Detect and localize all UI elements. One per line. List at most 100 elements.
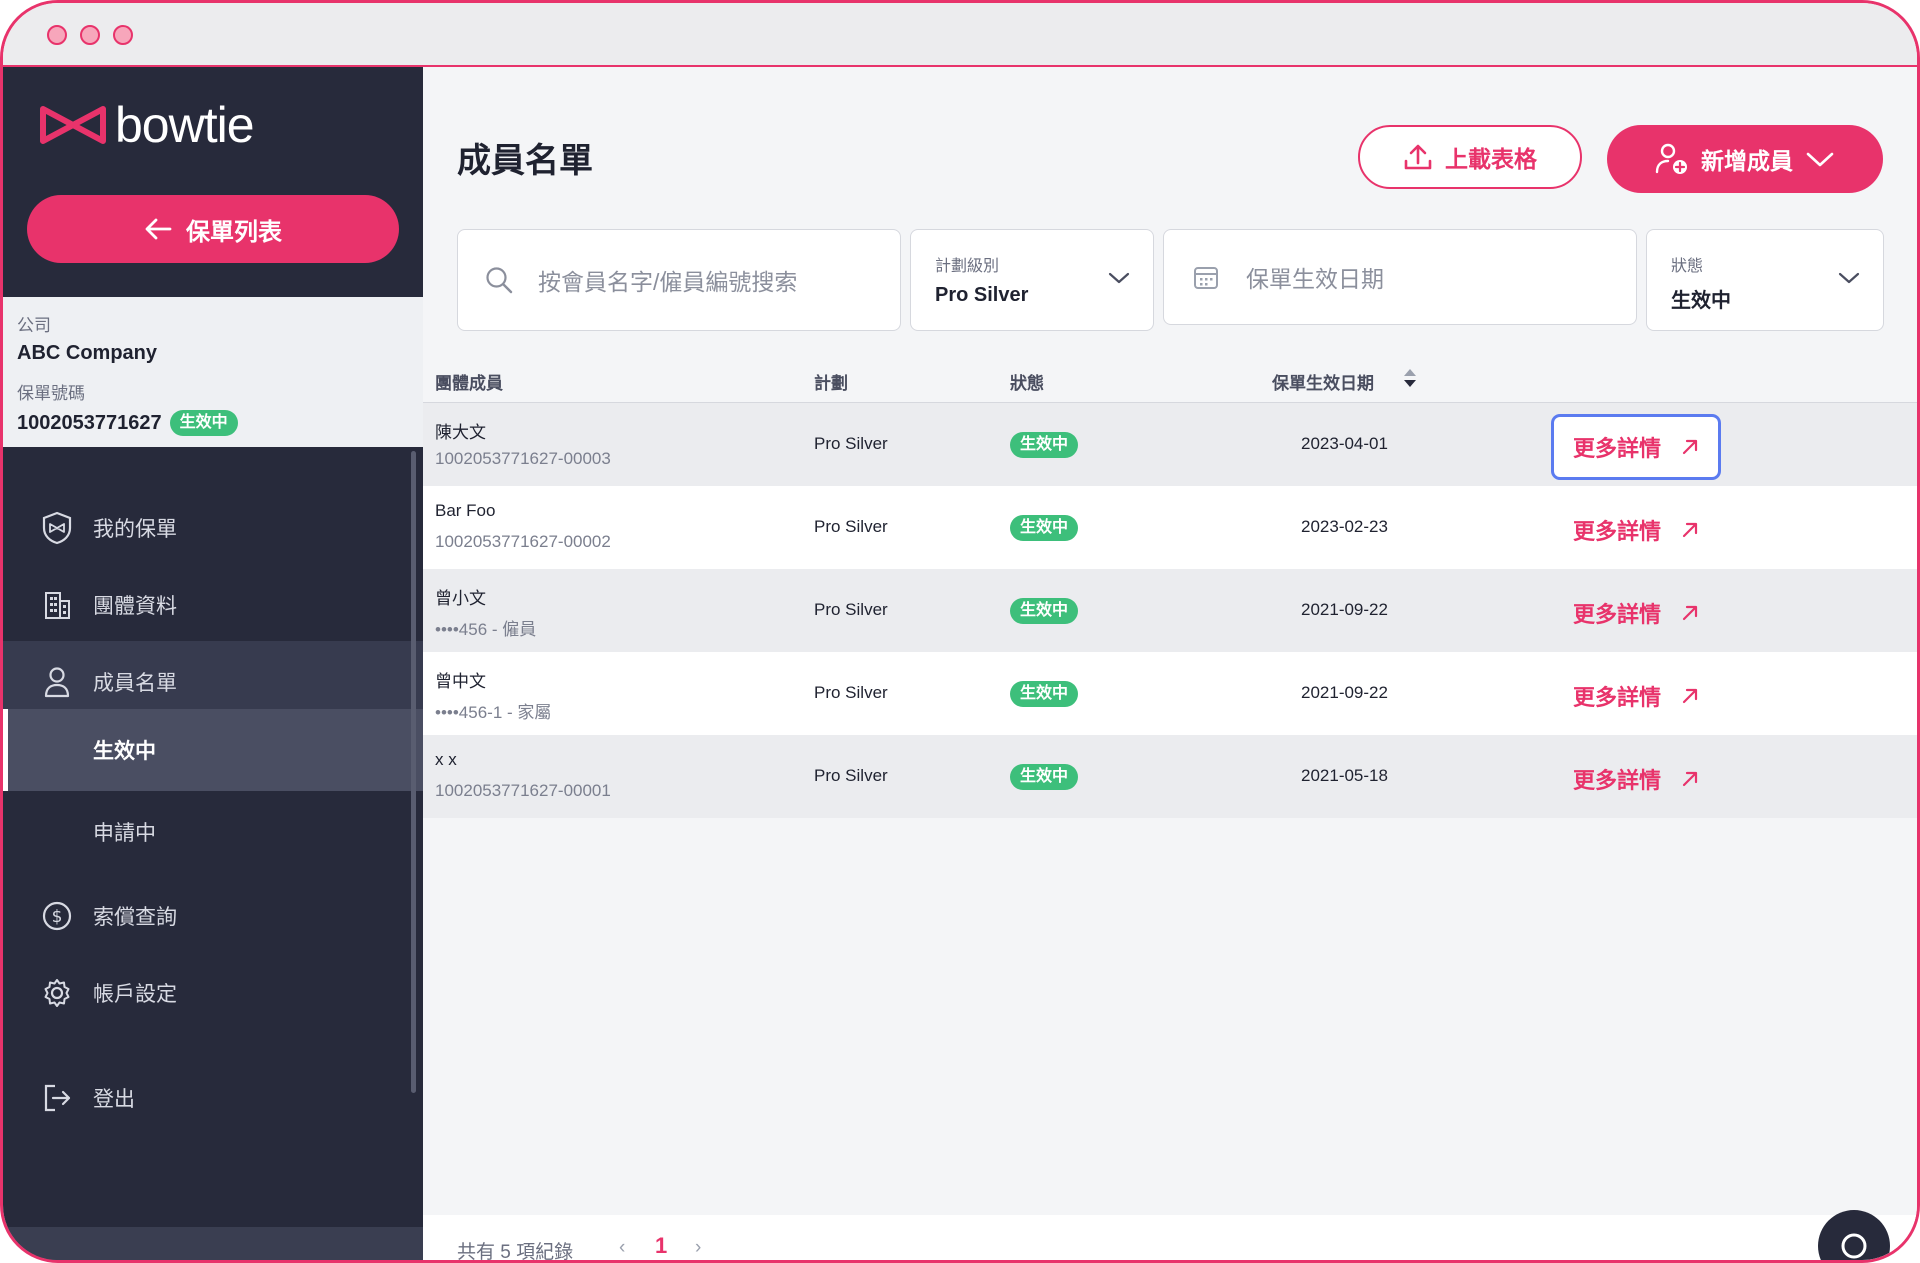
member-effective-date: 2021-09-22: [1301, 683, 1388, 702]
user-icon: [33, 666, 81, 698]
member-name: 曾中文: [435, 672, 486, 691]
more-details-link[interactable]: 更多詳情: [1554, 749, 1718, 809]
shield-bowtie-icon: [33, 511, 81, 545]
member-effective-date: 2021-05-18: [1301, 766, 1388, 785]
arrow-up-right-icon: [1682, 439, 1698, 455]
member-status-badge: 生效中: [1010, 764, 1079, 790]
more-details-link[interactable]: 更多詳情: [1554, 417, 1718, 477]
more-details-link[interactable]: 更多詳情: [1554, 500, 1718, 560]
policy-status-badge: 生效中: [169, 410, 238, 436]
sort-icon[interactable]: [1402, 367, 1418, 389]
chevron-down-icon: [1838, 272, 1860, 284]
column-header-status[interactable]: 狀態: [1010, 369, 1044, 394]
member-status-badge: 生效中: [1010, 598, 1079, 624]
chat-icon: [1841, 1233, 1867, 1259]
table-row: 曾小文 ••••456 - 僱員 Pro Silver 生效中 2021-09-…: [423, 569, 1917, 652]
effective-date-picker[interactable]: 保單生效日期: [1163, 229, 1637, 325]
dollar-circle-icon: $: [33, 900, 81, 932]
member-effective-date: 2021-09-22: [1301, 600, 1388, 619]
policy-list-button[interactable]: 保單列表: [27, 195, 399, 263]
more-details-link[interactable]: 更多詳情: [1554, 583, 1718, 643]
column-header-member[interactable]: 團體成員: [435, 369, 503, 394]
member-id: ••••456-1 - 家屬: [435, 703, 552, 722]
sidebar-item-group-info[interactable]: 團體資料: [3, 564, 423, 646]
table-row: 陳大文 1002053771627-00003 Pro Silver 生效中 2…: [423, 403, 1917, 486]
column-header-plan[interactable]: 計劃: [814, 369, 848, 394]
sidebar-item-label: 團體資料: [93, 595, 177, 618]
sidebar-item-label: 登出: [93, 1088, 135, 1111]
sidebar-subitem-pending[interactable]: 申請中: [3, 791, 423, 873]
company-label: 公司: [17, 316, 51, 335]
window-titlebar: [3, 3, 1917, 67]
upload-icon: [1404, 144, 1432, 170]
chevron-down-icon: [1806, 152, 1834, 167]
member-name: Bar Foo: [435, 501, 496, 520]
current-page-button[interactable]: 1: [655, 1233, 667, 1259]
policy-list-label: 保單列表: [186, 218, 282, 246]
sidebar-bottom-item: [3, 1227, 423, 1260]
upload-form-label: 上載表格: [1445, 146, 1537, 172]
sidebar-item-logout[interactable]: 登出: [3, 1057, 423, 1139]
policy-number: 1002053771627: [17, 411, 162, 434]
member-status-badge: 生效中: [1010, 515, 1079, 541]
sidebar-scrollbar[interactable]: [411, 451, 416, 1093]
calendar-icon: [1194, 267, 1218, 289]
effective-date-placeholder: 保單生效日期: [1246, 266, 1384, 292]
member-plan: Pro Silver: [814, 517, 888, 536]
chevron-down-icon: [1108, 272, 1130, 284]
table-row: x x 1002053771627-00001 Pro Silver 生效中 2…: [423, 735, 1917, 818]
member-effective-date: 2023-02-23: [1301, 517, 1388, 536]
member-name: 曾小文: [435, 589, 486, 608]
member-plan: Pro Silver: [814, 683, 888, 702]
member-status-badge: 生效中: [1010, 432, 1079, 458]
sidebar-subitem-label: 申請中: [93, 822, 156, 845]
status-select[interactable]: 狀態 生效中: [1646, 229, 1884, 331]
arrow-up-right-icon: [1682, 771, 1698, 787]
arrow-left-icon: [145, 218, 172, 240]
sidebar-item-claims[interactable]: $ 索償查詢: [3, 875, 423, 957]
company-name: ABC Company: [17, 342, 158, 364]
sidebar-item-account-settings[interactable]: 帳戶設定: [3, 952, 423, 1034]
more-details-label: 更多詳情: [1572, 436, 1661, 461]
record-count: 共有 5 項紀錄: [457, 1242, 574, 1263]
column-header-effective-date[interactable]: 保單生效日期: [1272, 369, 1374, 394]
more-details-link[interactable]: 更多詳情: [1554, 666, 1718, 726]
member-id: 1002053771627-00001: [435, 781, 611, 800]
plan-level-value: Pro Silver: [935, 284, 1029, 306]
page-title: 成員名單: [457, 142, 593, 180]
logo[interactable]: bowtie: [39, 95, 255, 155]
more-details-label: 更多詳情: [1572, 768, 1661, 793]
minimize-window-button[interactable]: [80, 25, 100, 45]
sidebar-item-label: 索償查詢: [93, 906, 177, 929]
arrow-up-right-icon: [1682, 605, 1698, 621]
more-details-label: 更多詳情: [1572, 519, 1661, 544]
logo-text: bowtie: [115, 97, 255, 153]
sidebar-item-label: 成員名單: [93, 672, 177, 695]
close-window-button[interactable]: [47, 25, 67, 45]
table-row: Bar Foo 1002053771627-00002 Pro Silver 生…: [423, 486, 1917, 569]
more-details-label: 更多詳情: [1572, 602, 1661, 627]
sidebar-item-label: 帳戶設定: [93, 983, 177, 1006]
more-details-label: 更多詳情: [1572, 685, 1661, 710]
sidebar-item-my-policy[interactable]: 我的保單: [3, 487, 423, 569]
status-value: 生效中: [1671, 290, 1731, 312]
member-id: 1002053771627-00003: [435, 449, 611, 468]
member-plan: Pro Silver: [814, 600, 888, 619]
member-id: ••••456 - 僱員: [435, 620, 537, 639]
add-member-button[interactable]: 新增成員: [1607, 125, 1883, 193]
zoom-window-button[interactable]: [113, 25, 133, 45]
member-status-badge: 生效中: [1010, 681, 1079, 707]
sidebar: bowtie 保單列表 公司 ABC Company 保單號碼 10020537…: [3, 67, 423, 1260]
prev-page-button[interactable]: ‹: [619, 1237, 625, 1259]
plan-level-select[interactable]: 計劃級別 Pro Silver: [910, 229, 1154, 331]
upload-form-button[interactable]: 上載表格: [1358, 125, 1582, 189]
sidebar-subitem-active[interactable]: 生效中: [3, 709, 423, 791]
search-input[interactable]: 按會員名字/僱員編號搜索: [457, 229, 901, 331]
search-icon: [486, 267, 513, 294]
building-icon: [33, 590, 81, 620]
member-effective-date: 2023-04-01: [1301, 434, 1388, 453]
app-window: bowtie 保單列表 公司 ABC Company 保單號碼 10020537…: [0, 0, 1920, 1263]
bowtie-logo-icon: [40, 106, 106, 144]
next-page-button[interactable]: ›: [695, 1237, 701, 1259]
search-placeholder: 按會員名字/僱員編號搜索: [538, 269, 798, 295]
